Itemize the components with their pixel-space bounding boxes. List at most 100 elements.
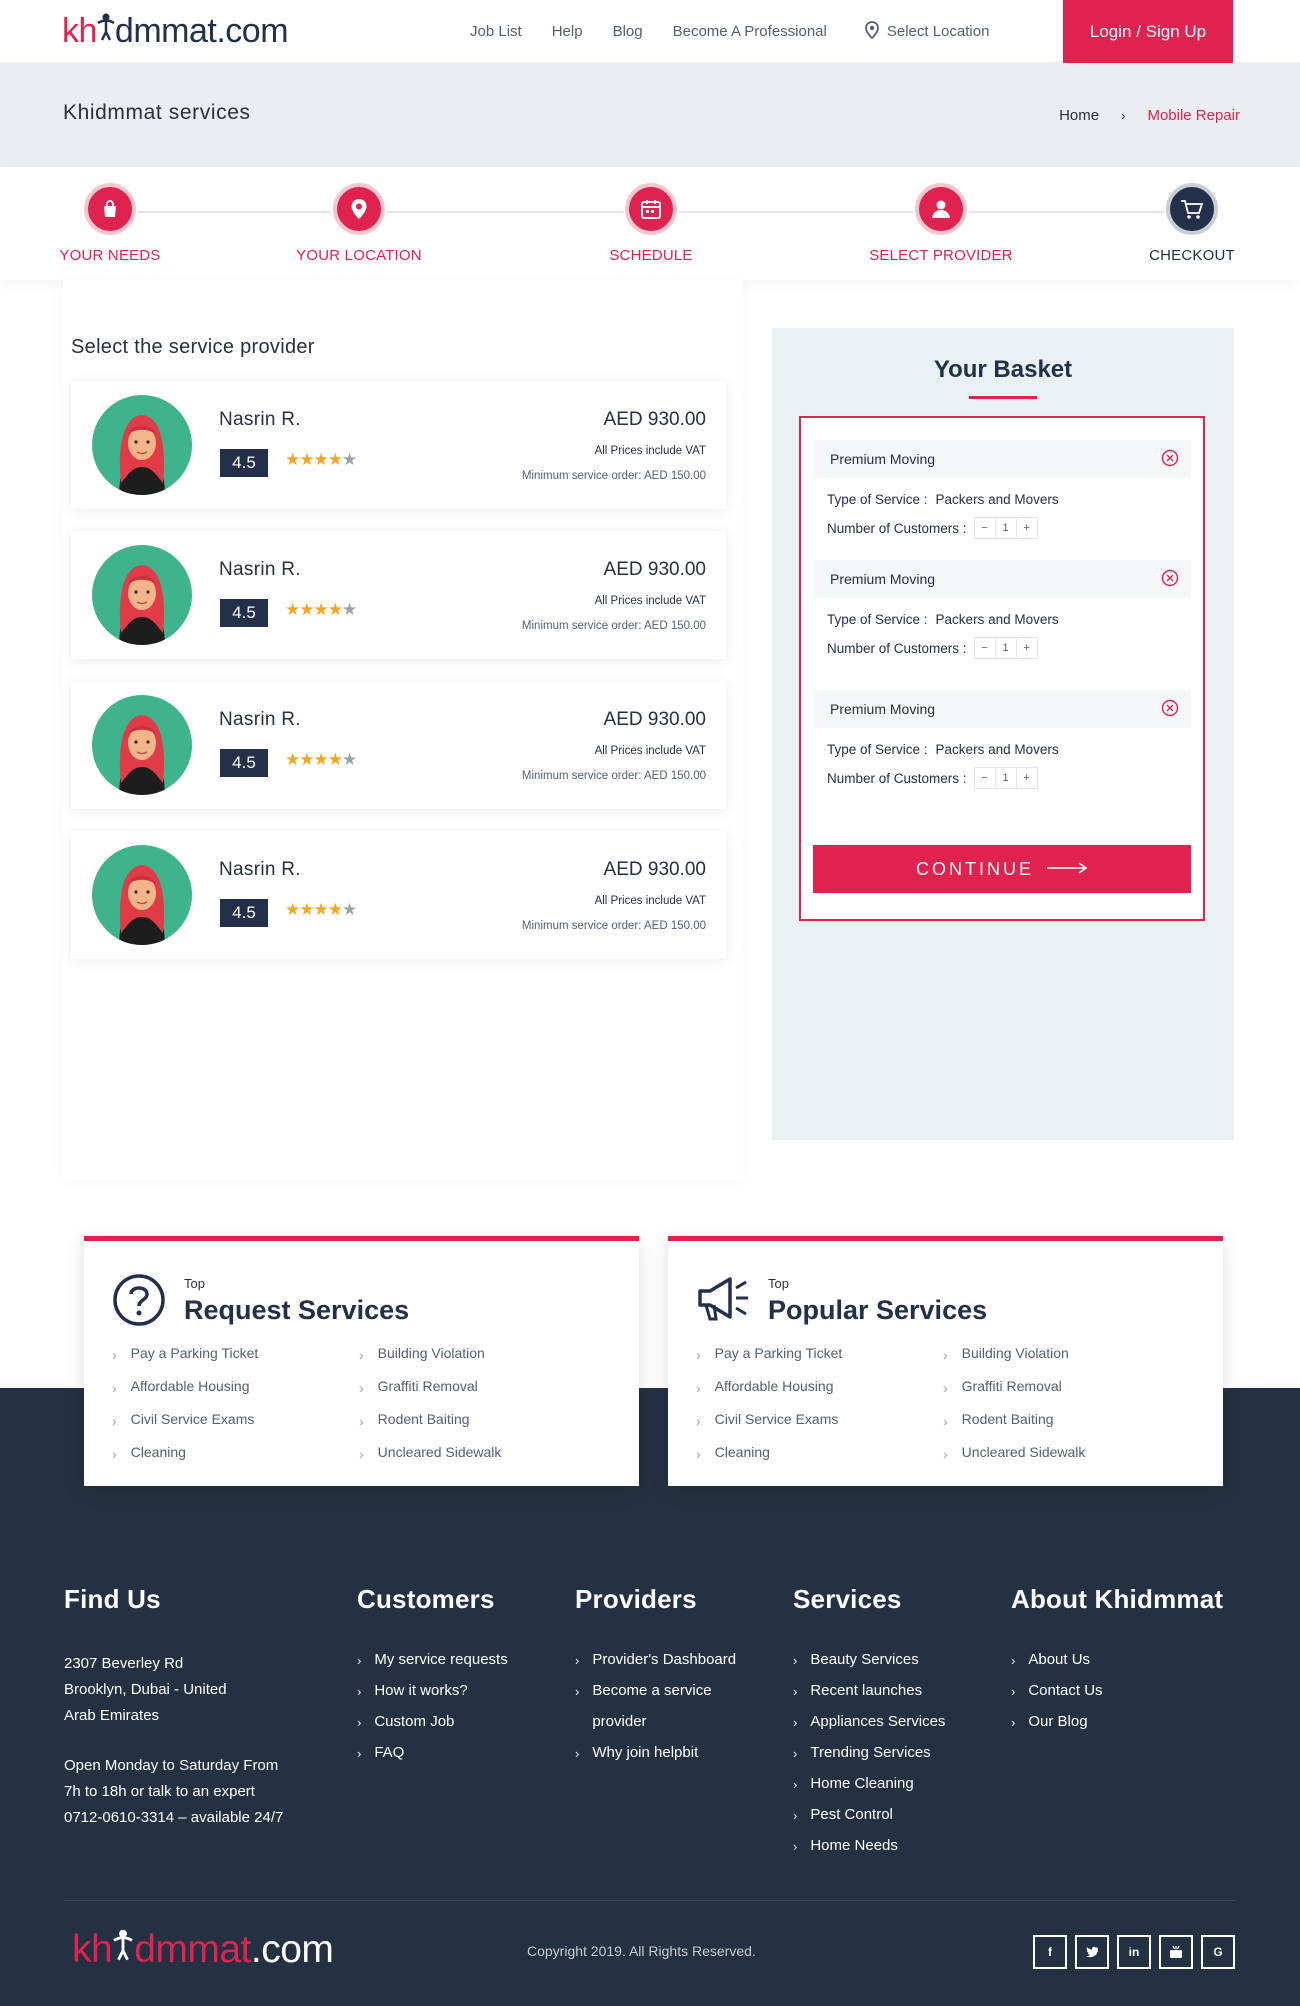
footer-link[interactable]: › Become a service [575, 1682, 736, 1713]
increment-button[interactable]: + [1015, 637, 1038, 659]
step-schedule[interactable]: SCHEDULE [561, 183, 741, 264]
provider-card[interactable]: Nasrin R. 4.5 ★★★★★ AED 930.00 All Price… [71, 681, 726, 809]
breadcrumb-separator: › [1121, 108, 1126, 123]
step-label: SELECT PROVIDER [869, 247, 1013, 264]
google-icon[interactable]: G [1201, 1935, 1235, 1969]
service-link[interactable]: › Pay a Parking Ticket [696, 1345, 842, 1378]
step-label: SCHEDULE [609, 247, 693, 264]
decrement-button[interactable]: − [973, 767, 996, 789]
remove-circle-icon[interactable] [1161, 449, 1179, 470]
footer-link[interactable]: › Home Cleaning [793, 1775, 945, 1806]
footer-link[interactable]: › Trending Services [793, 1744, 945, 1775]
service-link[interactable]: › Civil Service Exams [696, 1411, 842, 1444]
service-link[interactable]: › Affordable Housing [112, 1378, 258, 1411]
footer-link[interactable]: › Beauty Services [793, 1651, 945, 1682]
service-link[interactable]: › Cleaning [112, 1444, 258, 1477]
booking-stepper: YOUR NEEDS YOUR LOCATION SCHEDULE SELECT… [0, 167, 1300, 280]
minimum-order-note: Minimum service order: AED 150.00 [521, 620, 706, 632]
basket-item-name: Premium Moving [830, 701, 936, 717]
increment-button[interactable]: + [1015, 767, 1038, 789]
footer-logo[interactable]: kh dmmat.com [72, 1928, 334, 1972]
decrement-button[interactable]: − [973, 637, 996, 659]
footer-link[interactable]: › FAQ [357, 1744, 508, 1775]
nav-become-pro[interactable]: Become A Professional [673, 23, 827, 40]
service-list-col2: › Building Violation › Graffiti Removal › R… [359, 1345, 501, 1477]
footer-link[interactable]: › Pest Control [793, 1806, 945, 1837]
quantity-value[interactable]: 1 [994, 637, 1017, 659]
service-link-label: Uncleared Sidewalk [961, 1444, 1086, 1460]
service-link[interactable]: › Rodent Baiting [359, 1411, 501, 1444]
facebook-icon[interactable]: f [1033, 1935, 1067, 1969]
footer-link[interactable]: › How it works? [357, 1682, 508, 1713]
type-label: Type of Service : [827, 492, 928, 507]
logo-tld: .com [250, 1928, 334, 1971]
breadcrumb-home[interactable]: Home [1059, 107, 1099, 124]
footer-link-label: Recent launches [810, 1682, 923, 1699]
chevron-right-icon: › [359, 1446, 364, 1462]
footer-link[interactable]: › Custom Job [357, 1713, 508, 1744]
service-link[interactable]: › Cleaning [696, 1444, 842, 1477]
step-checkout[interactable]: CHECKOUT [1102, 183, 1282, 264]
star-icon-half: ★ [341, 600, 357, 619]
basket-title-underline [969, 396, 1037, 399]
minimum-order-note: Minimum service order: AED 150.00 [521, 770, 706, 782]
continue-button[interactable]: CONTINUE [813, 845, 1191, 893]
footer-link[interactable]: › Contact Us [1011, 1682, 1223, 1713]
nav-blog[interactable]: Blog [613, 23, 643, 40]
provider-list-section: Select the service provider Nasrin R. 4.… [63, 280, 743, 1180]
remove-circle-icon[interactable] [1161, 569, 1179, 590]
quantity-value[interactable]: 1 [994, 517, 1017, 539]
arrow-right-icon [1034, 859, 1088, 880]
youtube-icon[interactable] [1159, 1935, 1193, 1969]
increment-button[interactable]: + [1015, 517, 1038, 539]
select-location-label: Select Location [886, 23, 990, 40]
service-link[interactable]: › Civil Service Exams [112, 1411, 258, 1444]
footer-link[interactable]: › Why join helpbit [575, 1744, 736, 1775]
provider-card[interactable]: Nasrin R. 4.5 ★★★★★ AED 930.00 All Price… [71, 831, 726, 959]
service-link[interactable]: › Graffiti Removal [943, 1378, 1085, 1411]
service-link[interactable]: › Building Violation [943, 1345, 1085, 1378]
site-logo[interactable]: kh dmmat.com [62, 12, 289, 51]
nav-help[interactable]: Help [552, 23, 583, 40]
footer-link[interactable]: › About Us [1011, 1651, 1223, 1682]
linkedin-icon[interactable]: in [1117, 1935, 1151, 1969]
footer-link[interactable]: › Recent launches [793, 1682, 945, 1713]
decrement-button[interactable]: − [973, 517, 996, 539]
remove-circle-icon[interactable] [1161, 699, 1179, 720]
provider-card[interactable]: Nasrin R. 4.5 ★★★★★ AED 930.00 All Price… [71, 531, 726, 659]
hours-line: Open Monday to Saturday From [64, 1757, 279, 1774]
chevron-right-icon: › [359, 1413, 364, 1429]
footer-link[interactable]: › Home Needs [793, 1837, 945, 1868]
footer-link[interactable]: › Provider's Dashboard [575, 1651, 736, 1682]
step-select-provider[interactable]: SELECT PROVIDER [851, 183, 1031, 264]
login-signup-button[interactable]: Login / Sign Up [1063, 0, 1233, 63]
footer-link-continued[interactable]: ›provider [575, 1713, 736, 1744]
basket-item-header: Premium Moving [813, 440, 1191, 478]
provider-avatar [92, 395, 192, 495]
step-your-needs[interactable]: YOUR NEEDS [20, 183, 200, 264]
service-link[interactable]: › Pay a Parking Ticket [112, 1345, 258, 1378]
nav-job-list[interactable]: Job List [470, 23, 522, 40]
footer-link[interactable]: › Our Blog [1011, 1713, 1223, 1744]
chevron-right-icon: › [357, 1653, 362, 1668]
service-link-label: Civil Service Exams [130, 1411, 255, 1427]
footer-link-label: Beauty Services [810, 1651, 919, 1668]
basket-item-header: Premium Moving [813, 560, 1191, 598]
twitter-icon[interactable] [1075, 1935, 1109, 1969]
service-link[interactable]: › Affordable Housing [696, 1378, 842, 1411]
quantity-value[interactable]: 1 [994, 767, 1017, 789]
provider-card[interactable]: Nasrin R. 4.5 ★★★★★ AED 930.00 All Price… [71, 381, 726, 509]
service-link[interactable]: › Graffiti Removal [359, 1378, 501, 1411]
select-location[interactable]: Select Location [864, 20, 990, 43]
chevron-right-icon: › [112, 1347, 117, 1363]
star-icon-half: ★ [341, 750, 357, 769]
footer-link[interactable]: › Appliances Services [793, 1713, 945, 1744]
service-link-label: Civil Service Exams [714, 1411, 839, 1427]
service-link[interactable]: › Building Violation [359, 1345, 501, 1378]
basket-item-count-row: Number of Customers : −1 + [813, 767, 1191, 789]
footer-link[interactable]: › My service requests [357, 1651, 508, 1682]
service-link[interactable]: › Uncleared Sidewalk [943, 1444, 1085, 1477]
service-link[interactable]: › Uncleared Sidewalk [359, 1444, 501, 1477]
service-link[interactable]: › Rodent Baiting [943, 1411, 1085, 1444]
step-your-location[interactable]: YOUR LOCATION [269, 183, 449, 264]
